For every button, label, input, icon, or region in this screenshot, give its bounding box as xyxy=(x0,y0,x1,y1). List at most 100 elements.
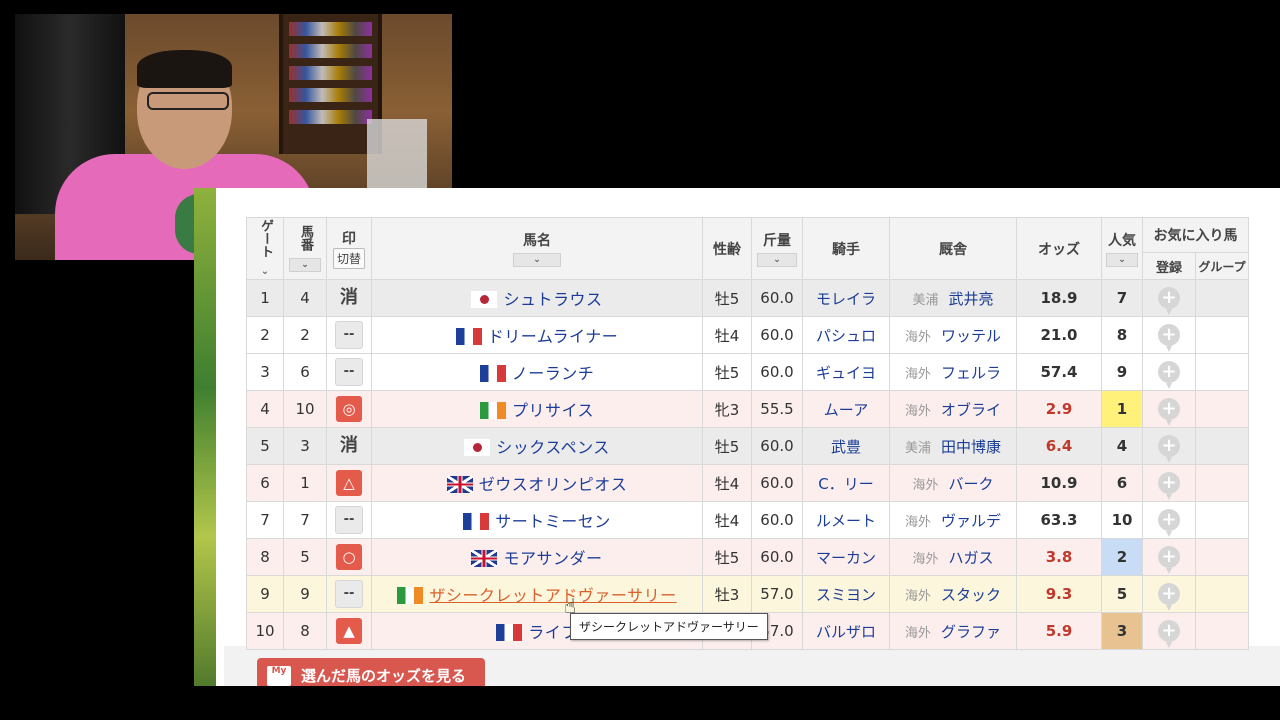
trainer-link[interactable]: 田中博康 xyxy=(941,438,1001,456)
my-odds-icon: My xyxy=(267,666,291,686)
weight-header[interactable]: 斤量 ⌄ xyxy=(751,217,803,280)
popularity-sort-button[interactable]: ⌄ xyxy=(1106,253,1138,267)
trainer-link[interactable]: ヴァルデ xyxy=(941,512,1001,530)
trainer-link[interactable]: スタック xyxy=(941,586,1001,604)
number-sort-button[interactable]: ⌄ xyxy=(289,258,321,272)
gate-cell: 4 xyxy=(246,390,284,428)
add-favorite-icon[interactable]: + xyxy=(1158,583,1180,611)
jockey-link[interactable]: ギュイヨ xyxy=(816,364,876,382)
popularity-header[interactable]: 人気 ⌄ xyxy=(1101,217,1143,280)
view-selected-odds-button[interactable]: My 選んだ馬のオッズを見る xyxy=(257,658,485,686)
mark-button[interactable]: -- xyxy=(335,321,363,349)
horse-sort-button[interactable]: ⌄ xyxy=(513,253,561,267)
mark-button[interactable]: △ xyxy=(336,470,362,496)
stable-region: 美浦 xyxy=(912,292,939,308)
group-cell xyxy=(1195,612,1249,650)
mark-button[interactable]: 消 xyxy=(336,433,362,459)
add-favorite-icon[interactable]: + xyxy=(1158,546,1180,574)
group-cell xyxy=(1195,427,1249,465)
weight-cell: 60.0 xyxy=(751,316,803,354)
horse-name-link[interactable]: シックスペンス xyxy=(496,438,610,457)
number-cell: 3 xyxy=(283,427,327,465)
trainer-link[interactable]: オブライ xyxy=(941,401,1001,419)
horse-header[interactable]: 馬名 ⌄ xyxy=(371,217,703,280)
horse-name-link[interactable]: サートミーセン xyxy=(495,512,611,531)
jockey-link[interactable]: 武豊 xyxy=(831,438,861,456)
register-cell: + xyxy=(1142,316,1196,354)
stable-header: 厩舎 xyxy=(889,217,1017,280)
sex-age-cell: 牡4 xyxy=(702,316,752,354)
jockey-link[interactable]: パシュロ xyxy=(816,327,876,345)
mark-button[interactable]: -- xyxy=(335,358,363,386)
group-header: グループ xyxy=(1195,252,1249,280)
gate-header-label: ゲート xyxy=(258,219,273,258)
horse-name-link[interactable]: ノーランチ xyxy=(512,364,595,383)
trainer-link[interactable]: グラファ xyxy=(941,623,1001,641)
add-favorite-icon[interactable]: + xyxy=(1158,509,1180,537)
jockey-link[interactable]: バルザロ xyxy=(816,623,876,641)
trainer-link[interactable]: フェルラ xyxy=(941,364,1001,382)
mark-cell: 消 xyxy=(326,279,372,317)
odds-cell: 18.9 xyxy=(1016,279,1102,317)
odds-cell: 2.9 xyxy=(1016,390,1102,428)
mark-toggle-button[interactable]: 切替 xyxy=(332,248,365,269)
add-favorite-icon[interactable]: + xyxy=(1158,472,1180,500)
horse-name-link[interactable]: ドリームライナー xyxy=(488,327,618,346)
gate-sort-icon[interactable]: ⌄ xyxy=(261,266,269,277)
add-favorite-icon[interactable]: + xyxy=(1158,398,1180,426)
jp-flag-icon xyxy=(464,439,491,456)
table-row: 5 3 消シックスペンス 牡5 60.0 武豊 美浦 田中博康 6.4 4 + xyxy=(246,427,1249,465)
jockey-link[interactable]: ルメート xyxy=(816,512,876,530)
mark-button[interactable]: -- xyxy=(335,506,363,534)
stable-cell: 海外 ハガス xyxy=(889,538,1017,576)
mark-button[interactable]: ○ xyxy=(336,544,362,570)
add-favorite-icon[interactable]: + xyxy=(1158,620,1180,648)
number-cell: 5 xyxy=(283,538,327,576)
stable-cell: 海外 フェルラ xyxy=(889,353,1017,391)
jockey-link[interactable]: C．リー xyxy=(818,475,873,493)
gate-cell: 9 xyxy=(246,575,284,613)
odds-cell: 10.9 xyxy=(1016,464,1102,502)
horse-name-link[interactable]: ザシークレットアドヴァーサリー xyxy=(429,586,676,605)
jockey-link[interactable]: モレイラ xyxy=(816,290,876,308)
fr-flag-icon xyxy=(479,365,506,382)
add-favorite-icon[interactable]: + xyxy=(1158,435,1180,463)
mark-button[interactable]: 消 xyxy=(336,285,362,311)
trainer-link[interactable]: ワッテル xyxy=(941,327,1001,345)
add-favorite-icon[interactable]: + xyxy=(1158,324,1180,352)
horse-name-link[interactable]: ゼウスオリンピオス xyxy=(479,475,628,494)
add-favorite-icon[interactable]: + xyxy=(1158,287,1180,315)
stable-region: 海外 xyxy=(904,403,931,419)
gate-header[interactable]: ゲート ⌄ xyxy=(246,217,284,280)
sex-age-cell: 牡3 xyxy=(702,575,752,613)
weight-sort-button[interactable]: ⌄ xyxy=(757,253,797,267)
horse-name-link[interactable]: シュトラウス xyxy=(503,290,602,309)
horse-header-label: 馬名 xyxy=(523,233,551,249)
trainer-link[interactable]: ハガス xyxy=(949,549,994,567)
table-row: 6 1 △ ゼウスオリンピオス 牡4 60.0 C．リー 海外 バーク 10.9 6 + xyxy=(246,464,1249,502)
mark-button[interactable]: ◎ xyxy=(336,396,362,422)
add-favorite-icon[interactable]: + xyxy=(1158,361,1180,389)
horse-name-link[interactable]: モアサンダー xyxy=(503,549,602,568)
gate-cell: 5 xyxy=(246,427,284,465)
popularity-cell: 8 xyxy=(1101,316,1143,354)
weight-cell: 55.5 xyxy=(751,390,803,428)
weight-cell: 60.0 xyxy=(751,279,803,317)
jockey-link[interactable]: スミヨン xyxy=(816,586,876,604)
horse-name-link[interactable]: プリサイス xyxy=(512,401,594,420)
horse-cell: プリサイス xyxy=(371,390,703,428)
jockey-cell: ムーア xyxy=(802,390,890,428)
stable-region: 海外 xyxy=(904,366,931,382)
jockey-link[interactable]: ムーア xyxy=(824,401,868,419)
mark-button[interactable]: ▲ xyxy=(336,618,362,644)
popularity-cell: 7 xyxy=(1101,279,1143,317)
register-cell: + xyxy=(1142,501,1196,539)
number-header[interactable]: 馬番 ⌄ xyxy=(283,217,327,280)
trainer-link[interactable]: 武井亮 xyxy=(949,290,994,308)
stable-cell: 海外 スタック xyxy=(889,575,1017,613)
trainer-link[interactable]: バーク xyxy=(949,475,994,493)
jockey-link[interactable]: マーカン xyxy=(816,549,876,567)
number-cell: 4 xyxy=(283,279,327,317)
mark-button[interactable]: -- xyxy=(335,580,363,608)
popularity-cell: 5 xyxy=(1101,575,1143,613)
